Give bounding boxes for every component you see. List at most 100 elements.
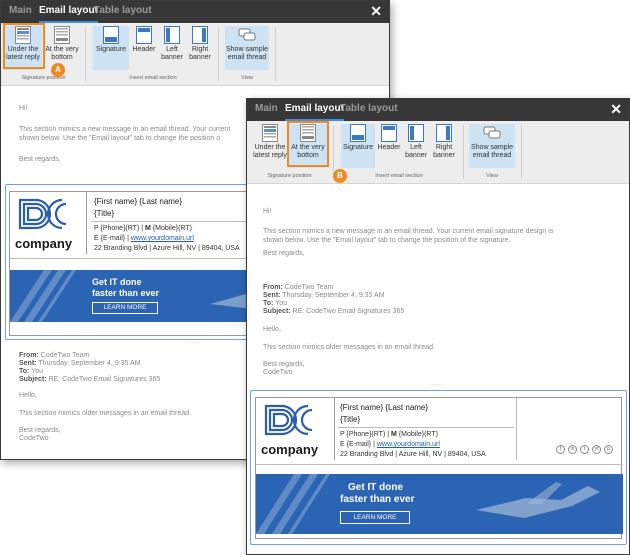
left-banner-label: Left banner	[405, 144, 427, 159]
left-banner-label: Left banner	[161, 46, 183, 61]
close-button[interactable]: ✕	[370, 4, 382, 18]
at-very-bottom-label: At the very bottom	[45, 46, 79, 61]
header-label: Header	[377, 144, 401, 151]
title-bar: Main Email layout Table layout ✕	[247, 99, 629, 121]
signature-label: Signature	[343, 144, 373, 151]
signature-section-button[interactable]: Signature	[341, 124, 375, 168]
divider	[338, 427, 514, 428]
body-text-line-1: This section mimics a new message in an …	[263, 228, 554, 235]
divider	[86, 192, 87, 254]
signature-phone-line: P {Phone}(RT) | M {Mobile}(RT)	[94, 225, 192, 232]
right-banner-icon	[436, 124, 452, 142]
close-button[interactable]: ✕	[610, 102, 622, 116]
right-banner-button[interactable]: Right banner	[431, 124, 457, 168]
signature-section-icon	[350, 124, 366, 142]
signature-address: 22 Branding Blvd | Azure Hill, NV | 8940…	[340, 451, 486, 458]
signature-section-button[interactable]: Signature	[93, 26, 129, 70]
signature-label: Signature	[96, 46, 126, 53]
greeting-text: Hi!	[263, 208, 272, 215]
signature-block[interactable]: company {First name} {Last name} {Title}…	[255, 397, 623, 539]
divider	[334, 398, 335, 460]
show-sample-thread-button[interactable]: Show sample email thread	[225, 26, 269, 70]
greeting-text: Hi!	[19, 105, 28, 112]
signature-title: {Title}	[340, 415, 361, 424]
banner-headline-2: faster than ever	[92, 288, 160, 298]
company-logo-text: company	[15, 236, 73, 251]
group-label-insert-section: Insert email section	[375, 173, 423, 179]
banner-headline-2: faster than ever	[340, 494, 415, 505]
website-link[interactable]: www.yourdomain.url	[377, 441, 440, 448]
show-sample-thread-label: Show sample email thread	[470, 144, 514, 159]
body-text-line-2: shown below. Use the "Email layout" tab …	[263, 237, 511, 244]
layout-bottom-icon	[54, 26, 70, 44]
left-banner-icon	[164, 26, 180, 44]
signature-email-line: E {E-mail} | www.yourdomain.url	[340, 441, 440, 448]
tab-email-layout[interactable]: Email layout	[39, 1, 98, 23]
quoted-hello: Hello,	[263, 326, 281, 333]
learn-more-button[interactable]: LEARN MORE	[340, 511, 410, 524]
ribbon-separator	[218, 27, 219, 81]
signature-name: {First name} {Last name}	[94, 197, 183, 206]
more-dots: ....	[189, 338, 201, 345]
company-logo-icon: company	[261, 404, 319, 457]
right-banner-button[interactable]: Right banner	[187, 26, 213, 70]
pinterest-icon[interactable]: p	[604, 445, 613, 454]
group-label-signature-position: Signature position	[21, 75, 66, 81]
company-logo-icon: company	[15, 198, 73, 251]
learn-more-button[interactable]: LEARN MORE	[92, 302, 158, 314]
left-banner-button[interactable]: Left banner	[403, 124, 429, 168]
quoted-signoff: CodeTwo	[263, 369, 293, 376]
callout-badge-a: A	[51, 63, 65, 77]
header-label: Header	[132, 46, 156, 53]
linkedin-icon[interactable]: in	[568, 445, 577, 454]
ribbon-separator	[463, 125, 464, 179]
header-section-button[interactable]: Header	[376, 124, 402, 168]
tab-main[interactable]: Main	[255, 99, 278, 121]
right-banner-label: Right banner	[189, 46, 211, 61]
title-bar: Main Email layout Table layout ✕	[1, 1, 389, 23]
signature-title: {Title}	[94, 209, 115, 218]
left-banner-icon	[408, 124, 424, 142]
quoted-hello: Hello,	[19, 392, 37, 399]
header-section-icon	[381, 124, 397, 142]
banner-headline-1: Get IT done	[348, 482, 403, 493]
highlight-under-latest-reply	[3, 23, 45, 69]
twitter-icon[interactable]: t	[580, 445, 589, 454]
website-link[interactable]: www.yourdomain.url	[131, 235, 194, 242]
best-regards-text: Best regards,	[263, 250, 305, 257]
ribbon-separator	[521, 125, 522, 179]
chat-bubbles-icon	[238, 28, 256, 41]
signature-address: 22 Branding Blvd | Azure Hill, NV | 8940…	[94, 245, 240, 252]
tab-table-layout[interactable]: Table layout	[340, 99, 398, 121]
youtube-icon[interactable]: yt	[592, 445, 601, 454]
quoted-body: This section mimics older messages in an…	[263, 344, 435, 351]
quoted-subject: Subject: RE: CodeTwo Email Signatures 36…	[19, 376, 161, 383]
under-latest-reply-button[interactable]: Under the latest reply	[251, 124, 289, 168]
body-text-line-1: This section mimics a new message in an …	[19, 126, 231, 133]
chat-bubbles-icon	[483, 126, 501, 139]
highlight-at-very-bottom	[287, 121, 329, 167]
under-latest-reply-label: Under the latest reply	[253, 144, 287, 159]
company-logo-text: company	[261, 442, 319, 457]
more-dots: ....	[431, 380, 443, 387]
group-label-insert-section: Insert email section	[129, 75, 177, 81]
signature-section-icon	[103, 26, 119, 44]
group-label-view: View	[486, 173, 498, 179]
divider	[256, 464, 623, 465]
quoted-subject: Subject: RE: CodeTwo Email Signatures 36…	[263, 308, 405, 315]
signature-phone-line: P {Phone}(RT) | M {Mobile}(RT)	[340, 431, 438, 438]
banner-headline-1: Get IT done	[92, 277, 142, 287]
promo-banner[interactable]: Get IT done faster than ever LEARN MORE	[256, 474, 623, 534]
signature-name: {First name} {Last name}	[340, 403, 429, 412]
email-layout-window-very-bottom: Main Email layout Table layout ✕ Under t…	[246, 98, 630, 555]
header-section-icon	[136, 26, 152, 44]
facebook-icon[interactable]: f	[556, 445, 565, 454]
show-sample-thread-button[interactable]: Show sample email thread	[469, 124, 515, 168]
divider	[516, 398, 517, 460]
header-section-button[interactable]: Header	[131, 26, 157, 70]
best-regards-text: Best regards,	[19, 156, 61, 163]
tab-main[interactable]: Main	[9, 1, 32, 23]
tab-email-layout[interactable]: Email layout	[285, 99, 344, 121]
left-banner-button[interactable]: Left banner	[159, 26, 185, 70]
tab-table-layout[interactable]: Table layout	[94, 1, 152, 23]
